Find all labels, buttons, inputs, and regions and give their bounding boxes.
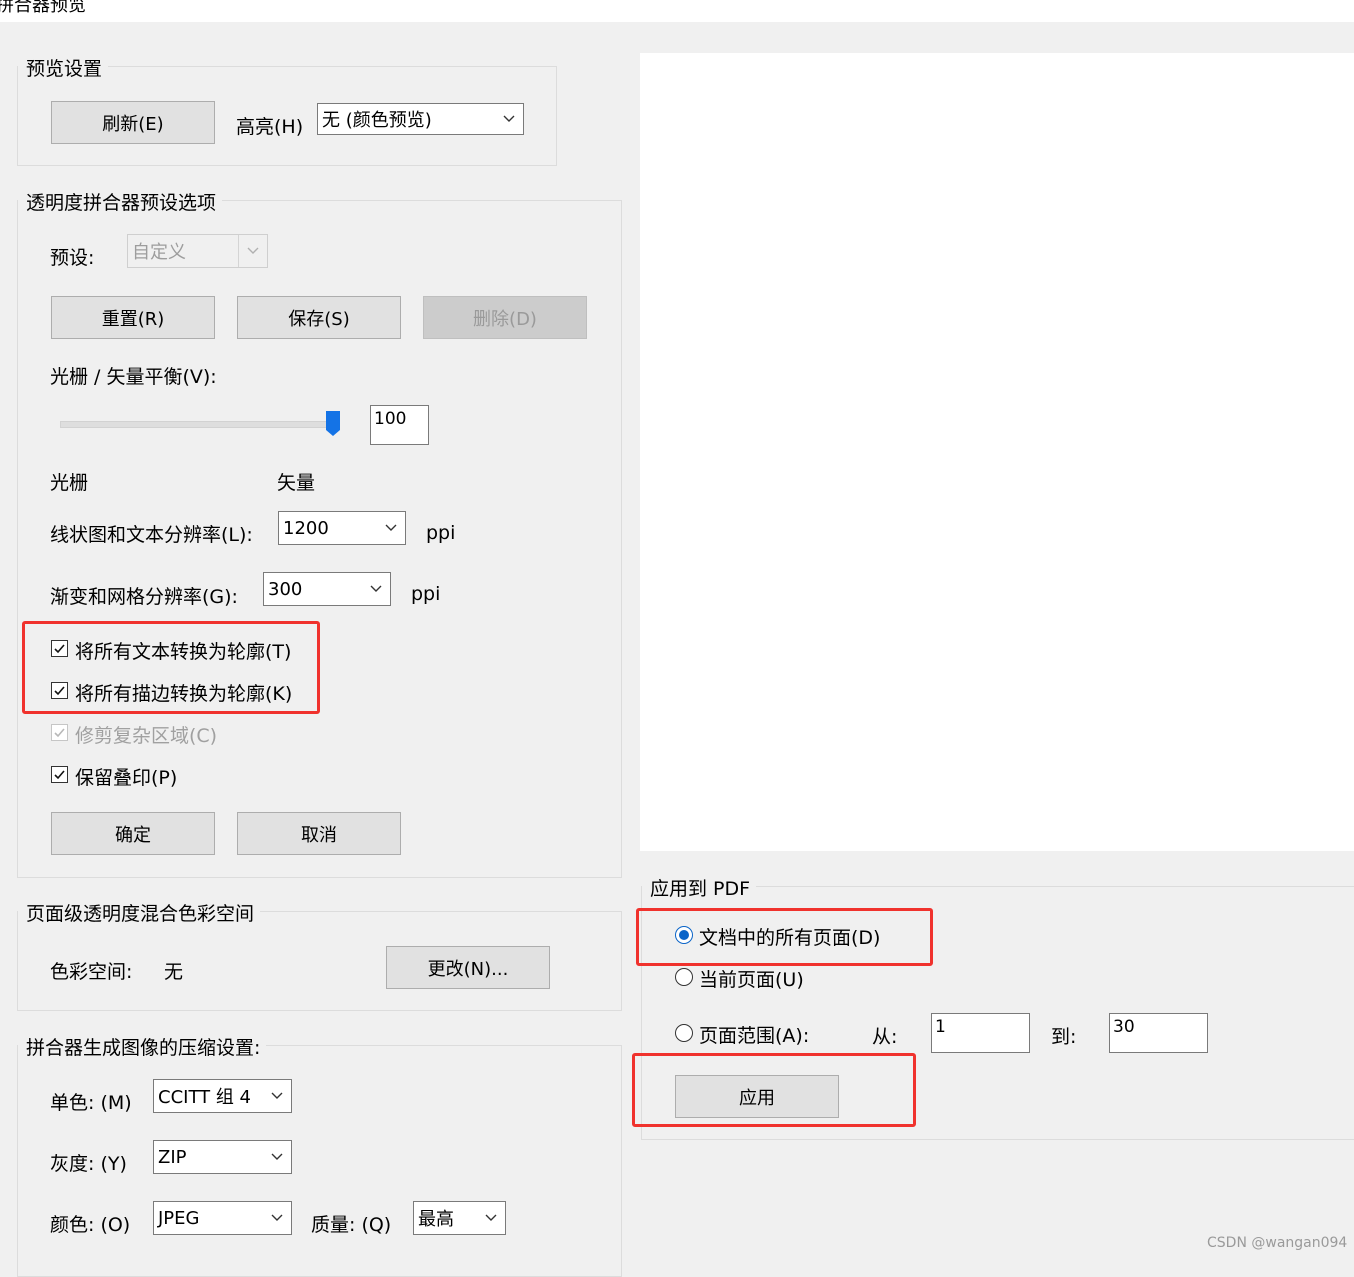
from-label: 从: [872, 1026, 898, 1048]
preview-pane [640, 53, 1354, 851]
current-page-label[interactable]: 当前页面(U) [699, 965, 804, 992]
apply-pdf-group-label: 应用到 PDF [642, 874, 757, 901]
mono-select[interactable]: CCITT 组 4 [153, 1079, 292, 1113]
gradient-resolution-label: 渐变和网格分辨率(G): [50, 586, 238, 608]
lineart-unit: ppi [426, 522, 456, 544]
save-button[interactable]: 保存(S) [237, 296, 401, 339]
lineart-resolution-value: 1200 [283, 517, 329, 539]
chevron-down-icon [495, 104, 523, 134]
checkmark-icon [54, 728, 65, 738]
title-bar [0, 0, 1354, 22]
chevron-down-icon [477, 1202, 505, 1234]
mono-label: 单色: (M) [50, 1092, 132, 1114]
preview-settings-label: 预览设置 [18, 54, 109, 81]
cancel-button[interactable]: 取消 [237, 812, 401, 855]
color-space-group-label: 页面级透明度混合色彩空间 [18, 899, 261, 926]
page-range-radio[interactable] [675, 1024, 693, 1042]
chevron-down-icon [362, 573, 390, 605]
clip-complex-checkbox[interactable] [51, 724, 68, 741]
flattener-options-label: 透明度拼合器预设选项 [18, 188, 223, 215]
reset-button[interactable]: 重置(R) [51, 296, 215, 339]
gray-select[interactable]: ZIP [153, 1140, 292, 1174]
lineart-resolution-select[interactable]: 1200 [278, 511, 406, 545]
ok-button[interactable]: 确定 [51, 812, 215, 855]
chevron-down-icon [377, 512, 405, 544]
gray-value: ZIP [158, 1146, 187, 1168]
chevron-down-icon [263, 1080, 291, 1112]
color-space-value: 无 [164, 961, 184, 983]
color-label: 颜色: (O) [50, 1214, 131, 1236]
window-title: 拼合器预览 [0, 0, 86, 16]
compression-group-label: 拼合器生成图像的压缩设置: [18, 1033, 267, 1060]
balance-label: 光栅 / 矢量平衡(V): [50, 366, 217, 388]
chevron-down-icon [238, 235, 267, 267]
balance-input[interactable]: 100 [370, 405, 429, 445]
color-space-label: 色彩空间: [50, 961, 133, 983]
watermark-text: CSDN @wangan094 [1207, 1235, 1348, 1251]
quality-select[interactable]: 最高 [413, 1201, 506, 1235]
gray-label: 灰度: (Y) [50, 1153, 127, 1175]
highlight-value: 无 (颜色预览) [322, 110, 432, 131]
to-input[interactable]: 30 [1109, 1013, 1208, 1053]
gradient-unit: ppi [411, 583, 441, 605]
preset-value: 自定义 [132, 242, 186, 263]
lineart-resolution-label: 线状图和文本分辨率(L): [50, 524, 253, 546]
gradient-resolution-value: 300 [268, 578, 303, 600]
color-value: JPEG [158, 1207, 200, 1229]
gradient-resolution-select[interactable]: 300 [263, 572, 391, 606]
from-input[interactable]: 1 [931, 1013, 1030, 1053]
refresh-button[interactable]: 刷新(E) [51, 101, 215, 144]
vector-label: 矢量 [277, 472, 316, 494]
highlight-box [632, 1053, 916, 1127]
raster-label: 光栅 [50, 472, 89, 494]
preserve-overprint-label[interactable]: 保留叠印(P) [75, 763, 177, 790]
current-page-radio[interactable] [675, 968, 693, 986]
to-label: 到: [1051, 1026, 1077, 1048]
highlight-box [22, 621, 320, 714]
balance-slider-thumb[interactable] [326, 411, 340, 442]
preset-label: 预设: [50, 247, 95, 269]
preserve-overprint-checkbox[interactable] [51, 766, 68, 783]
page-range-label[interactable]: 页面范围(A): [699, 1021, 809, 1048]
mono-value: CCITT 组 4 [158, 1087, 252, 1108]
chevron-down-icon [263, 1141, 291, 1173]
balance-slider-track[interactable] [60, 421, 334, 428]
change-color-space-button[interactable]: 更改(N)... [386, 946, 550, 989]
highlight-label: 高亮(H) [236, 116, 304, 138]
quality-value: 最高 [418, 1209, 454, 1230]
delete-button[interactable]: 删除(D) [423, 296, 587, 339]
preset-select[interactable]: 自定义 [127, 234, 268, 268]
color-select[interactable]: JPEG [153, 1201, 292, 1235]
checkmark-icon [54, 770, 65, 780]
quality-label: 质量: (Q) [311, 1214, 392, 1236]
highlight-box [636, 908, 933, 966]
highlight-select[interactable]: 无 (颜色预览) [317, 103, 524, 135]
clip-complex-label[interactable]: 修剪复杂区域(C) [75, 721, 217, 748]
chevron-down-icon [263, 1202, 291, 1234]
